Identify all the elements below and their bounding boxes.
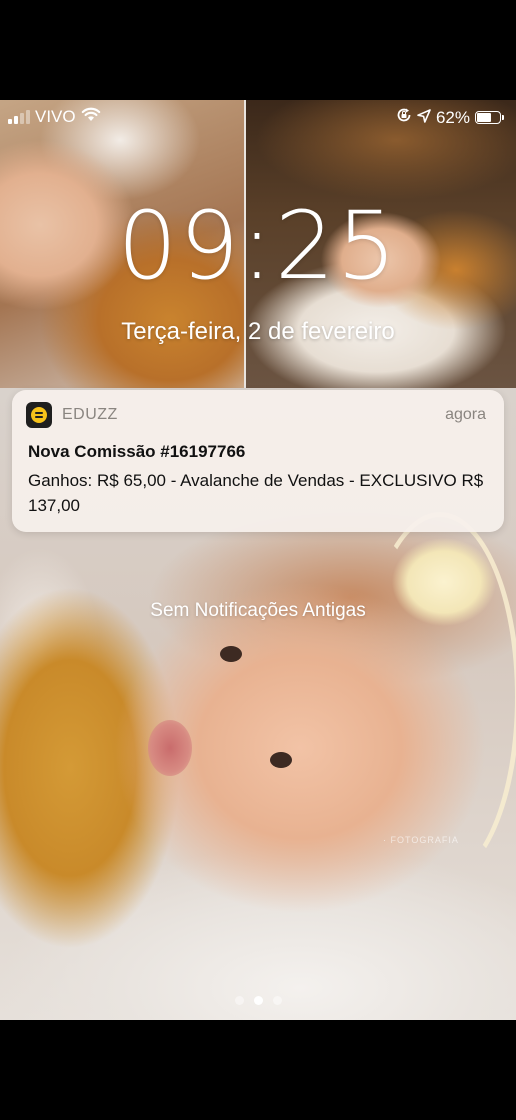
notification-app-name: EDUZZ — [62, 406, 118, 423]
carrier-name: VIVO — [35, 107, 76, 126]
page-dot — [272, 996, 282, 1005]
battery-icon — [475, 111, 504, 124]
lock-screen-time: 09:25 — [117, 192, 399, 301]
photo-watermark: · FOTOGRAFIA — [383, 835, 459, 845]
wifi-icon — [81, 107, 101, 127]
wallpaper-eye — [270, 752, 292, 768]
page-dot — [234, 996, 244, 1005]
wallpaper-eye — [220, 646, 242, 662]
notification-card[interactable]: EDUZZ agora Nova Comissão #16197766 Ganh… — [12, 390, 504, 532]
notification-header: EDUZZ agora — [26, 402, 486, 428]
page-indicator[interactable] — [0, 996, 516, 1005]
lock-screen-date: Terça-feira, 2 de fevereiro — [121, 318, 395, 345]
notification-body: Ganhos: R$ 65,00 - Avalanche de Vendas -… — [28, 471, 484, 515]
orientation-lock-icon — [396, 107, 412, 128]
page-dot — [253, 996, 263, 1005]
signal-icon — [8, 110, 30, 124]
lock-screen: · FOTOGRAFIA VIVO 62% 09:25 Terça-feira,… — [0, 100, 516, 1020]
eduzz-app-icon — [26, 402, 52, 428]
status-bar: VIVO 62% — [0, 105, 516, 131]
wallpaper-smile — [148, 720, 192, 776]
no-older-notifications-label: Sem Notificações Antigas — [150, 600, 366, 621]
notification-title: Nova Comissão #16197766 — [28, 442, 246, 461]
notification-time: agora — [445, 406, 486, 423]
status-bar-right: 62% — [396, 107, 504, 128]
battery-percent: 62% — [435, 107, 470, 127]
status-bar-left: VIVO — [8, 107, 101, 127]
location-arrow-icon — [417, 108, 431, 128]
